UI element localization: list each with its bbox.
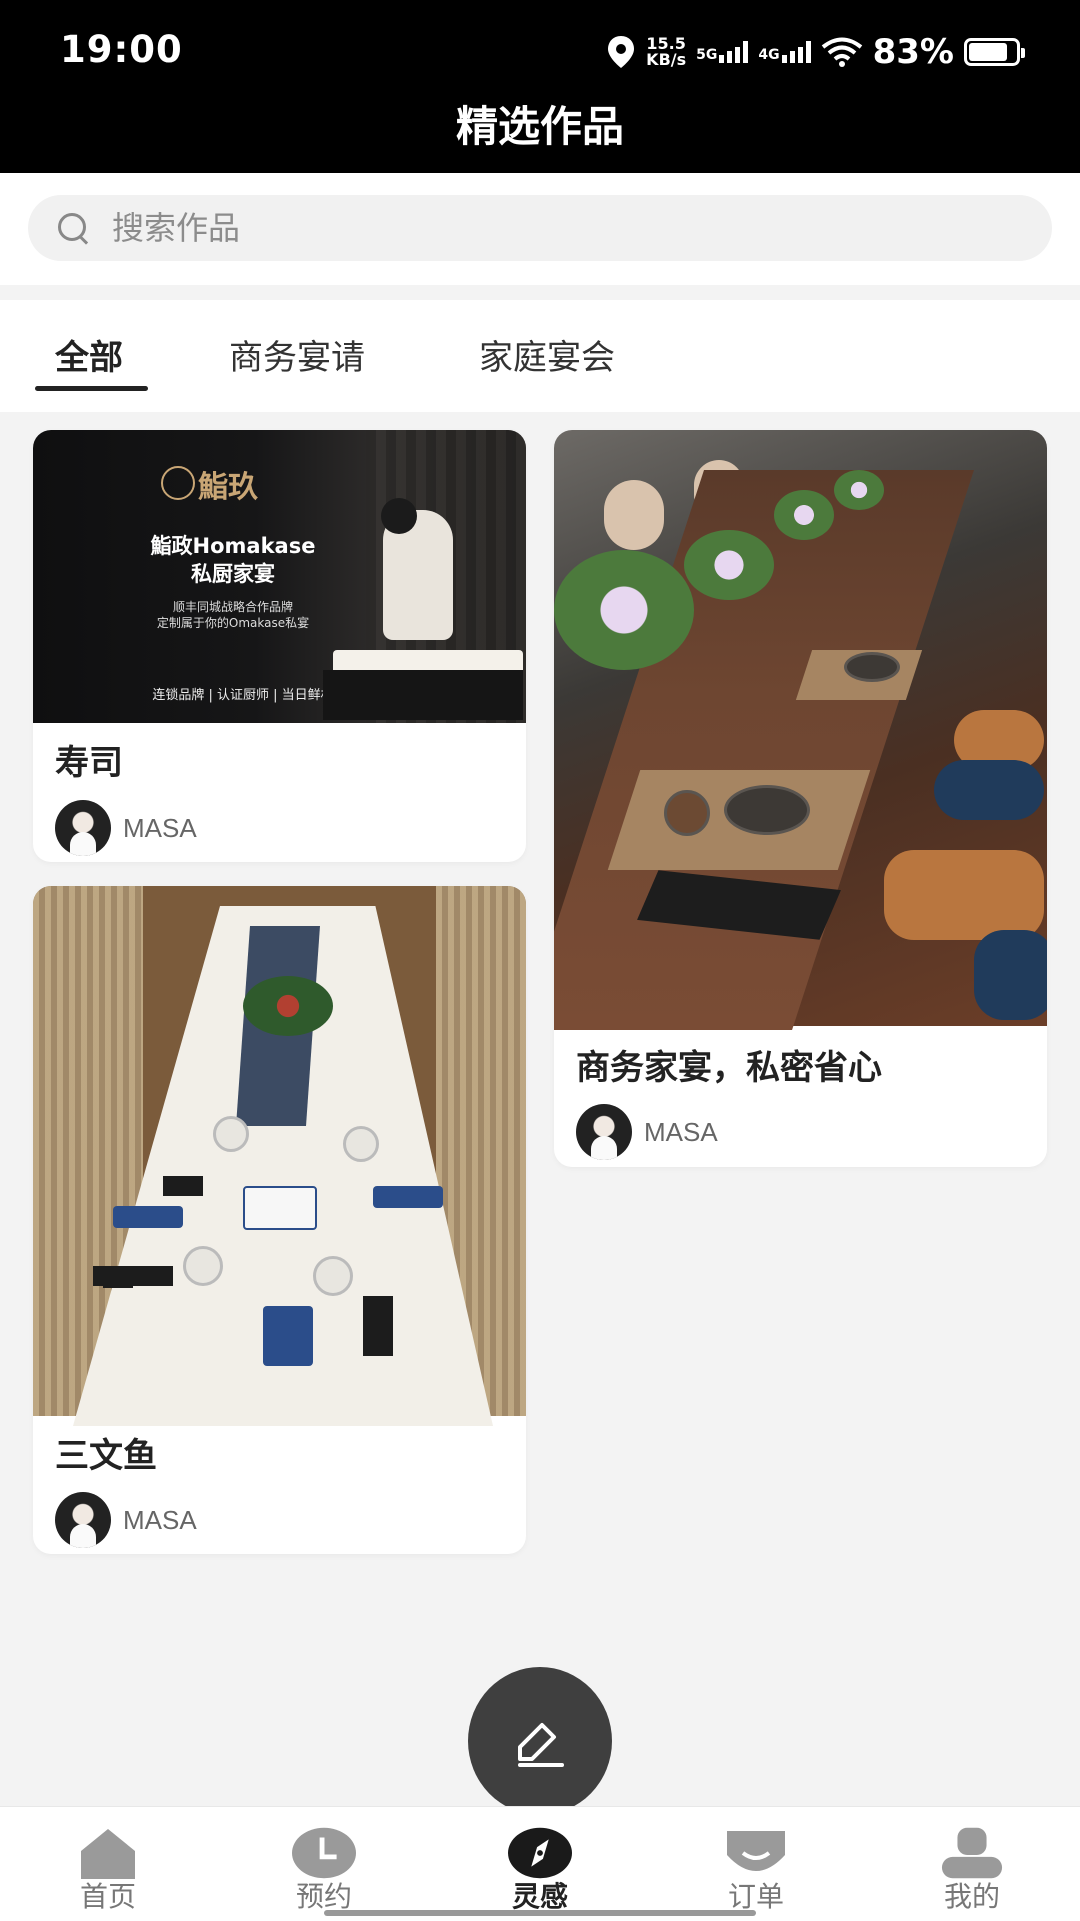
- wifi-icon: [821, 37, 862, 67]
- card-author: MASA: [55, 1492, 197, 1548]
- card-image: [33, 886, 526, 1426]
- tab-all[interactable]: 全部: [55, 330, 123, 379]
- nav-label: 订单: [727, 1880, 784, 1913]
- nav-label: 我的: [943, 1880, 1000, 1913]
- edit-icon: [518, 1723, 564, 1767]
- image-text: 顺丰同城战略合作品牌: [172, 600, 293, 614]
- card-author: MASA: [576, 1104, 718, 1160]
- nav-home[interactable]: 首页: [38, 1825, 178, 1913]
- speed-unit: KB/s: [646, 50, 687, 69]
- tab-business-banquet[interactable]: 商务宴请: [229, 330, 365, 379]
- tab-family-banquet[interactable]: 家庭宴会: [479, 330, 615, 379]
- signal-5g-icon: 5G: [696, 41, 749, 63]
- card-image: 鮨玖 鮨政Homakase 私厨家宴 顺丰同城战略合作品牌 定制属于你的Omak…: [33, 430, 526, 723]
- nav-orders[interactable]: 订单: [686, 1825, 826, 1913]
- image-text: 私厨家宴: [191, 562, 275, 586]
- work-card[interactable]: 鮨玖 鮨政Homakase 私厨家宴 顺丰同城战略合作品牌 定制属于你的Omak…: [33, 430, 526, 862]
- home-indicator: [324, 1910, 756, 1916]
- brand-logo-icon: [161, 466, 195, 500]
- nav-booking[interactable]: 预约: [254, 1825, 394, 1913]
- image-text: 鮨政Homakase: [150, 534, 316, 558]
- compass-icon: [508, 1825, 572, 1879]
- author-name: MASA: [644, 1116, 718, 1147]
- battery-icon: [964, 38, 1025, 66]
- status-icons: 15.5 KB/s 5G 4G 83%: [606, 32, 1025, 72]
- nav-label: 首页: [79, 1880, 136, 1913]
- order-icon: [724, 1825, 788, 1879]
- work-card[interactable]: 三文鱼 MASA: [33, 886, 526, 1554]
- nav-inspiration[interactable]: 灵感: [470, 1825, 610, 1913]
- avatar: [576, 1104, 632, 1160]
- create-post-button[interactable]: [468, 1667, 612, 1815]
- avatar: [55, 1492, 111, 1548]
- nav-profile[interactable]: 我的: [902, 1825, 1042, 1913]
- battery-percent: 83%: [872, 32, 954, 72]
- active-tab-indicator: [35, 386, 148, 391]
- home-icon: [76, 1825, 140, 1879]
- net1-label: 5G: [696, 47, 718, 63]
- card-image: [554, 430, 1047, 1030]
- card-author: MASA: [55, 800, 197, 856]
- clock-icon: [292, 1825, 356, 1879]
- network-speed: 15.5 KB/s: [646, 36, 686, 68]
- bottom-nav: 首页 预约 灵感 订单 我的: [0, 1806, 1080, 1921]
- card-title: 三文鱼: [55, 1436, 157, 1476]
- author-name: MASA: [123, 1504, 197, 1535]
- nav-label: 灵感: [511, 1880, 568, 1913]
- card-title: 商务家宴，私密省心: [576, 1048, 882, 1088]
- image-text: 定制属于你的Omakase私宴: [156, 616, 310, 630]
- status-time: 19:00: [60, 28, 183, 71]
- image-logo-text: 鮨玖: [198, 470, 258, 505]
- search-bar[interactable]: [28, 195, 1052, 261]
- search-input[interactable]: [110, 208, 914, 248]
- location-icon: [608, 36, 635, 68]
- net2-label: 4G: [758, 47, 780, 63]
- category-tabs: 全部 商务宴请 家庭宴会: [0, 300, 1080, 412]
- page-title: 精选作品: [455, 102, 624, 151]
- author-name: MASA: [123, 812, 197, 843]
- work-card[interactable]: 商务家宴，私密省心 MASA: [554, 430, 1047, 1167]
- card-title: 寿司: [55, 743, 123, 783]
- signal-4g-icon: 4G: [758, 41, 811, 63]
- avatar: [55, 800, 111, 856]
- search-icon: [56, 211, 90, 245]
- top-bar: 19:00 15.5 KB/s 5G 4G 83% 精选作品: [0, 0, 1080, 173]
- search-section: [0, 173, 1080, 285]
- nav-label: 预约: [295, 1880, 352, 1913]
- profile-icon: [940, 1825, 1004, 1879]
